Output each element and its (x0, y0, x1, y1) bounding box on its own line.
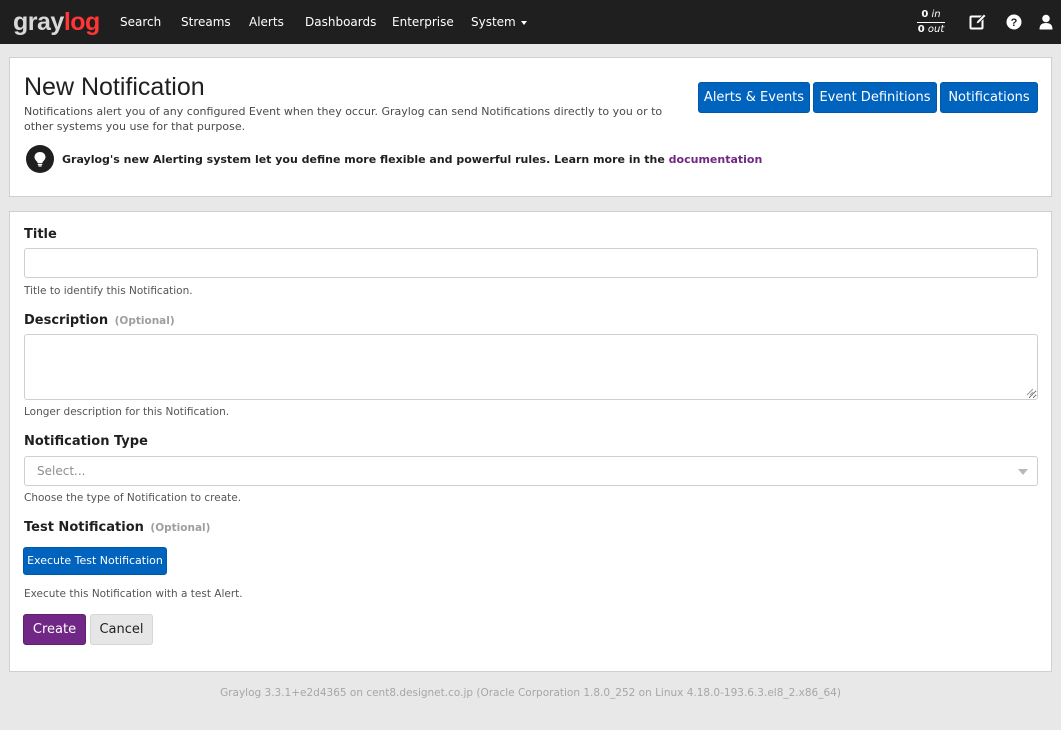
notification-type-label: Notification Type (24, 434, 148, 449)
title-input[interactable] (24, 248, 1038, 278)
user-icon[interactable] (1036, 12, 1056, 32)
description-label: Description (Optional) (24, 313, 175, 328)
nav-enterprise[interactable]: Enterprise (392, 14, 454, 30)
create-button[interactable]: Create (23, 614, 86, 645)
description-wrapper (24, 334, 1038, 400)
nav-search[interactable]: Search (120, 14, 161, 30)
page-header-panel: New Notification Notifications alert you… (9, 57, 1052, 197)
chevron-down-icon (1018, 469, 1028, 475)
notification-form-panel: Title Title to identify this Notificatio… (9, 211, 1052, 672)
title-help: Title to identify this Notification. (24, 285, 193, 297)
caret-down-icon (520, 20, 527, 25)
alerting-hint: Graylog's new Alerting system let you de… (26, 145, 762, 173)
test-notification-optional: (Optional) (150, 522, 211, 534)
test-notification-label: Test Notification (Optional) (24, 520, 211, 535)
notification-type-select[interactable]: Select... (24, 456, 1038, 486)
description-help: Longer description for this Notification… (24, 406, 230, 418)
hint-text: Graylog's new Alerting system let you de… (62, 152, 763, 166)
nav-system-dropdown[interactable]: System (471, 14, 527, 30)
help-icon[interactable]: ? (1004, 12, 1024, 32)
event-definitions-button[interactable]: Event Definitions (813, 82, 937, 113)
execute-test-notification-button[interactable]: Execute Test Notification (23, 547, 167, 575)
svg-text:?: ? (1011, 17, 1018, 29)
nav-dashboards[interactable]: Dashboards (305, 14, 376, 30)
notification-type-help: Choose the type of Notification to creat… (24, 492, 242, 504)
throughput-in: 0 in (917, 9, 945, 23)
cancel-button[interactable]: Cancel (90, 614, 153, 645)
test-notification-help: Execute this Notification with a test Al… (24, 588, 243, 600)
nav-streams[interactable]: Streams (181, 14, 231, 30)
resize-grip-icon[interactable] (1026, 388, 1034, 396)
throughput-out: 0 out (917, 24, 945, 35)
description-textarea[interactable] (24, 334, 1038, 400)
top-navbar: graylog Search Streams Alerts Dashboards… (0, 0, 1061, 44)
throughput-indicator[interactable]: 0 in 0 out (917, 9, 945, 35)
title-label: Title (24, 227, 57, 242)
edit-icon[interactable] (968, 12, 988, 32)
lightbulb-icon (26, 145, 54, 173)
page-title: New Notification (24, 73, 205, 101)
graylog-logo[interactable]: graylog (13, 9, 100, 35)
nav-system-label: System (471, 15, 516, 29)
alerts-events-button[interactable]: Alerts & Events (698, 82, 810, 113)
documentation-link[interactable]: documentation (669, 153, 763, 166)
footer-version-info: Graylog 3.3.1+e2d4365 on cent8.designet.… (220, 687, 841, 699)
nav-alerts[interactable]: Alerts (249, 14, 284, 30)
page-description: Notifications alert you of any configure… (24, 105, 663, 133)
description-optional: (Optional) (114, 315, 175, 327)
notification-type-placeholder: Select... (37, 464, 86, 478)
notifications-button[interactable]: Notifications (940, 82, 1038, 113)
